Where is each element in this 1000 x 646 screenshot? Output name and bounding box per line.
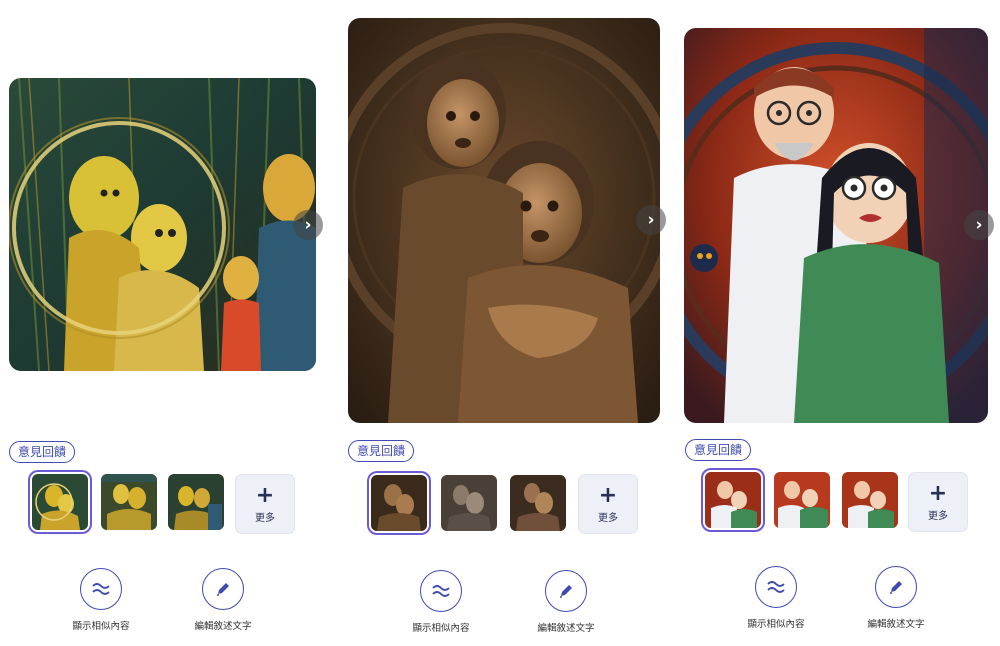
edit-description-label: 編輯敘述文字 — [867, 619, 925, 630]
result-column-2: › 意見回饋 + 更多 顯示相似內容 編輯敘述文字 — [340, 0, 670, 646]
next-image-button[interactable]: › — [293, 210, 323, 240]
more-button[interactable]: + 更多 — [578, 474, 638, 534]
thumbnail-1[interactable] — [705, 472, 761, 528]
more-button[interactable]: + 更多 — [235, 474, 295, 534]
chevron-right-icon: › — [304, 214, 312, 235]
edit-description-action[interactable]: 編輯敘述文字 — [178, 568, 268, 632]
edit-description-action[interactable]: 編輯敘述文字 — [851, 566, 941, 630]
chevron-right-icon: › — [647, 209, 655, 230]
pencil-icon — [202, 568, 244, 610]
approx-equal-icon — [80, 568, 122, 610]
edit-description-action[interactable]: 編輯敘述文字 — [521, 570, 611, 634]
more-label: 更多 — [598, 512, 618, 524]
feedback-button[interactable]: 意見回饋 — [685, 439, 752, 461]
thumbnail-3[interactable] — [510, 475, 566, 531]
result-column-1: › 意見回饋 + 更多 顯示相似內容 編輯敘述文字 — [0, 0, 330, 646]
more-button[interactable]: + 更多 — [908, 472, 968, 532]
show-similar-label: 顯示相似內容 — [72, 621, 130, 632]
plus-icon: + — [255, 482, 275, 508]
pencil-icon — [545, 570, 587, 612]
edit-description-label: 編輯敘述文字 — [194, 621, 252, 632]
more-label: 更多 — [928, 510, 948, 522]
generated-image-main[interactable] — [684, 28, 988, 423]
plus-icon: + — [928, 480, 948, 506]
thumbnail-2[interactable] — [441, 475, 497, 531]
thumbnail-1[interactable] — [32, 474, 88, 530]
show-similar-action[interactable]: 顯示相似內容 — [56, 568, 146, 632]
thumbnail-1[interactable] — [371, 475, 427, 531]
result-column-3: › 意見回饋 + 更多 顯示相似內容 編輯敘述文字 — [676, 0, 1000, 646]
thumbnail-2[interactable] — [101, 474, 157, 530]
pencil-icon — [875, 566, 917, 608]
more-label: 更多 — [255, 512, 275, 524]
thumbnail-3[interactable] — [168, 474, 224, 530]
generated-image-main[interactable] — [9, 78, 316, 371]
thumbnail-2[interactable] — [774, 472, 830, 528]
approx-equal-icon — [755, 566, 797, 608]
show-similar-action[interactable]: 顯示相似內容 — [396, 570, 486, 634]
chevron-right-icon: › — [975, 214, 983, 235]
show-similar-label: 顯示相似內容 — [412, 623, 470, 634]
generated-image-main[interactable] — [348, 18, 660, 423]
feedback-button[interactable]: 意見回饋 — [9, 441, 76, 463]
approx-equal-icon — [420, 570, 462, 612]
edit-description-label: 編輯敘述文字 — [537, 623, 595, 634]
next-image-button[interactable]: › — [964, 210, 994, 240]
next-image-button[interactable]: › — [636, 205, 666, 235]
show-similar-label: 顯示相似內容 — [747, 619, 805, 630]
feedback-button[interactable]: 意見回饋 — [348, 440, 415, 462]
thumbnail-3[interactable] — [842, 472, 898, 528]
plus-icon: + — [598, 482, 618, 508]
show-similar-action[interactable]: 顯示相似內容 — [731, 566, 821, 630]
